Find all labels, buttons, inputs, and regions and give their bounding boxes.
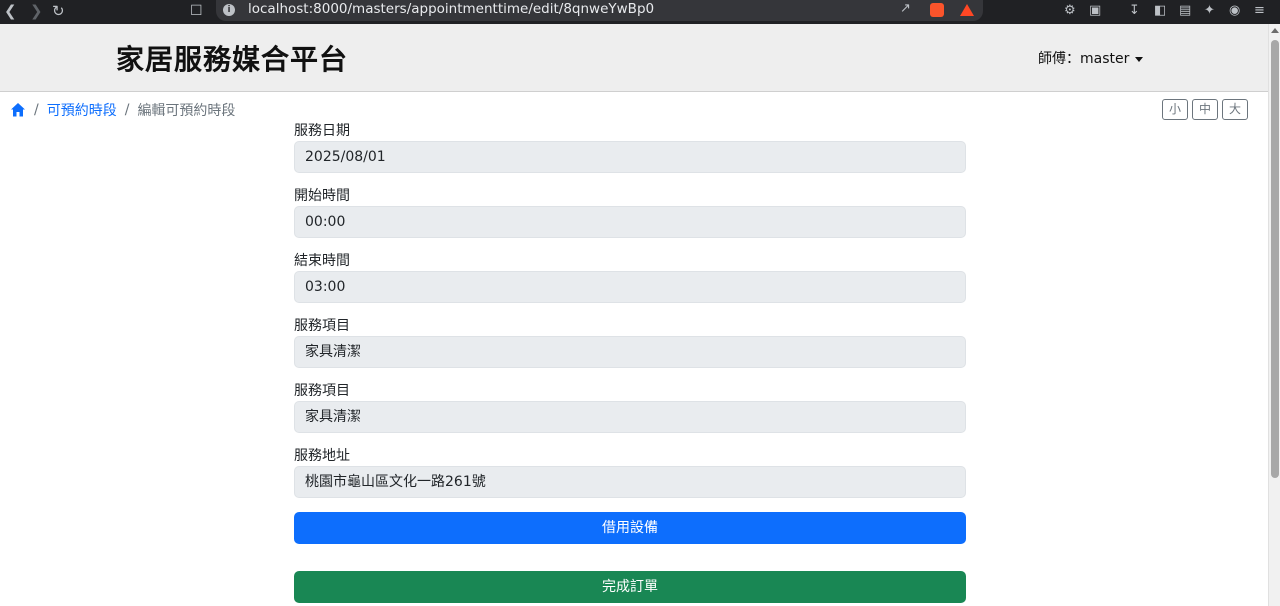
- extensions-icon[interactable]: ⚙: [1064, 1, 1076, 21]
- download-icon[interactable]: ↧: [1129, 1, 1140, 21]
- breadcrumb-current: 編輯可預約時段: [137, 103, 236, 119]
- browser-toolbar: ❮ ❯ ↻ ☐ i localhost:8000/masters/appoint…: [0, 0, 1280, 24]
- bookmark-icon[interactable]: ☐: [190, 0, 203, 24]
- vpn-icon[interactable]: ◉: [1229, 1, 1240, 21]
- site-header: 家居服務媒合平台 師傅：master: [0, 24, 1268, 92]
- wallet-icon[interactable]: ▤: [1179, 1, 1191, 21]
- page-scrollbar[interactable]: [1268, 24, 1280, 606]
- user-label: 師傅：master: [1038, 51, 1130, 67]
- service-date-field[interactable]: 2025/08/01: [294, 141, 966, 173]
- font-small-button[interactable]: 小: [1162, 99, 1188, 120]
- service-item-group: 服務項目 家具清潔: [294, 316, 966, 381]
- forward-icon[interactable]: ❯: [30, 0, 43, 24]
- end-time-label: 結束時間: [294, 253, 350, 269]
- scrollbar-thumb[interactable]: [1271, 40, 1279, 478]
- service-date-label: 服務日期: [294, 123, 350, 139]
- service-address-label: 服務地址: [294, 448, 350, 464]
- brave-rewards-icon[interactable]: [960, 4, 974, 16]
- service-item-label: 服務項目: [294, 318, 350, 334]
- service-item-field[interactable]: 家具清潔: [294, 336, 966, 368]
- borrow-equipment-button[interactable]: 借用設備: [294, 512, 966, 544]
- start-time-label: 開始時間: [294, 188, 350, 204]
- menu-icon[interactable]: ≡: [1254, 1, 1265, 21]
- brave-shield-icon[interactable]: [930, 3, 944, 17]
- appointment-form: 服務日期 2025/08/01 開始時間 00:00 結束時間 03:00 服務…: [294, 121, 966, 511]
- service-address-group: 服務地址 桃園市龜山區文化一路261號: [294, 446, 966, 511]
- service-item-group-2: 服務項目 家具清潔: [294, 381, 966, 446]
- share-icon[interactable]: ↗: [900, 1, 911, 16]
- url-text[interactable]: localhost:8000/masters/appointmenttime/e…: [248, 0, 654, 18]
- site-brand[interactable]: 家居服務媒合平台: [116, 38, 348, 78]
- service-date-group: 服務日期 2025/08/01: [294, 121, 966, 186]
- breadcrumb-link-appointment-time[interactable]: 可預約時段: [47, 100, 117, 120]
- breadcrumb: / 可預約時段 / 編輯可預約時段: [10, 100, 235, 120]
- end-time-group: 結束時間 03:00: [294, 251, 966, 316]
- caret-down-icon: [1135, 56, 1144, 62]
- breadcrumb-separator: /: [34, 102, 39, 118]
- service-item-field-2[interactable]: 家具清潔: [294, 401, 966, 433]
- start-time-group: 開始時間 00:00: [294, 186, 966, 251]
- home-icon[interactable]: [10, 102, 26, 118]
- address-bar[interactable]: i localhost:8000/masters/appointmenttime…: [216, 0, 983, 21]
- end-time-field[interactable]: 03:00: [294, 271, 966, 303]
- font-medium-button[interactable]: 中: [1192, 99, 1218, 120]
- reader-icon[interactable]: ▣: [1089, 1, 1101, 21]
- site-info-icon[interactable]: i: [223, 4, 235, 16]
- reload-icon[interactable]: ↻: [52, 0, 65, 24]
- scroll-up-icon[interactable]: [1271, 28, 1279, 33]
- service-address-field[interactable]: 桃園市龜山區文化一路261號: [294, 466, 966, 498]
- start-time-field[interactable]: 00:00: [294, 206, 966, 238]
- service-item-label-2: 服務項目: [294, 383, 350, 399]
- sidebar-icon[interactable]: ◧: [1154, 1, 1166, 21]
- breadcrumb-separator: /: [124, 102, 130, 118]
- ai-assistant-icon[interactable]: ✦: [1204, 1, 1215, 21]
- complete-order-button[interactable]: 完成訂單: [294, 571, 966, 603]
- font-large-button[interactable]: 大: [1222, 99, 1248, 120]
- user-dropdown[interactable]: 師傅：master: [1038, 48, 1144, 68]
- font-size-controls: 小 中 大: [1162, 99, 1248, 120]
- back-icon[interactable]: ❮: [4, 0, 17, 24]
